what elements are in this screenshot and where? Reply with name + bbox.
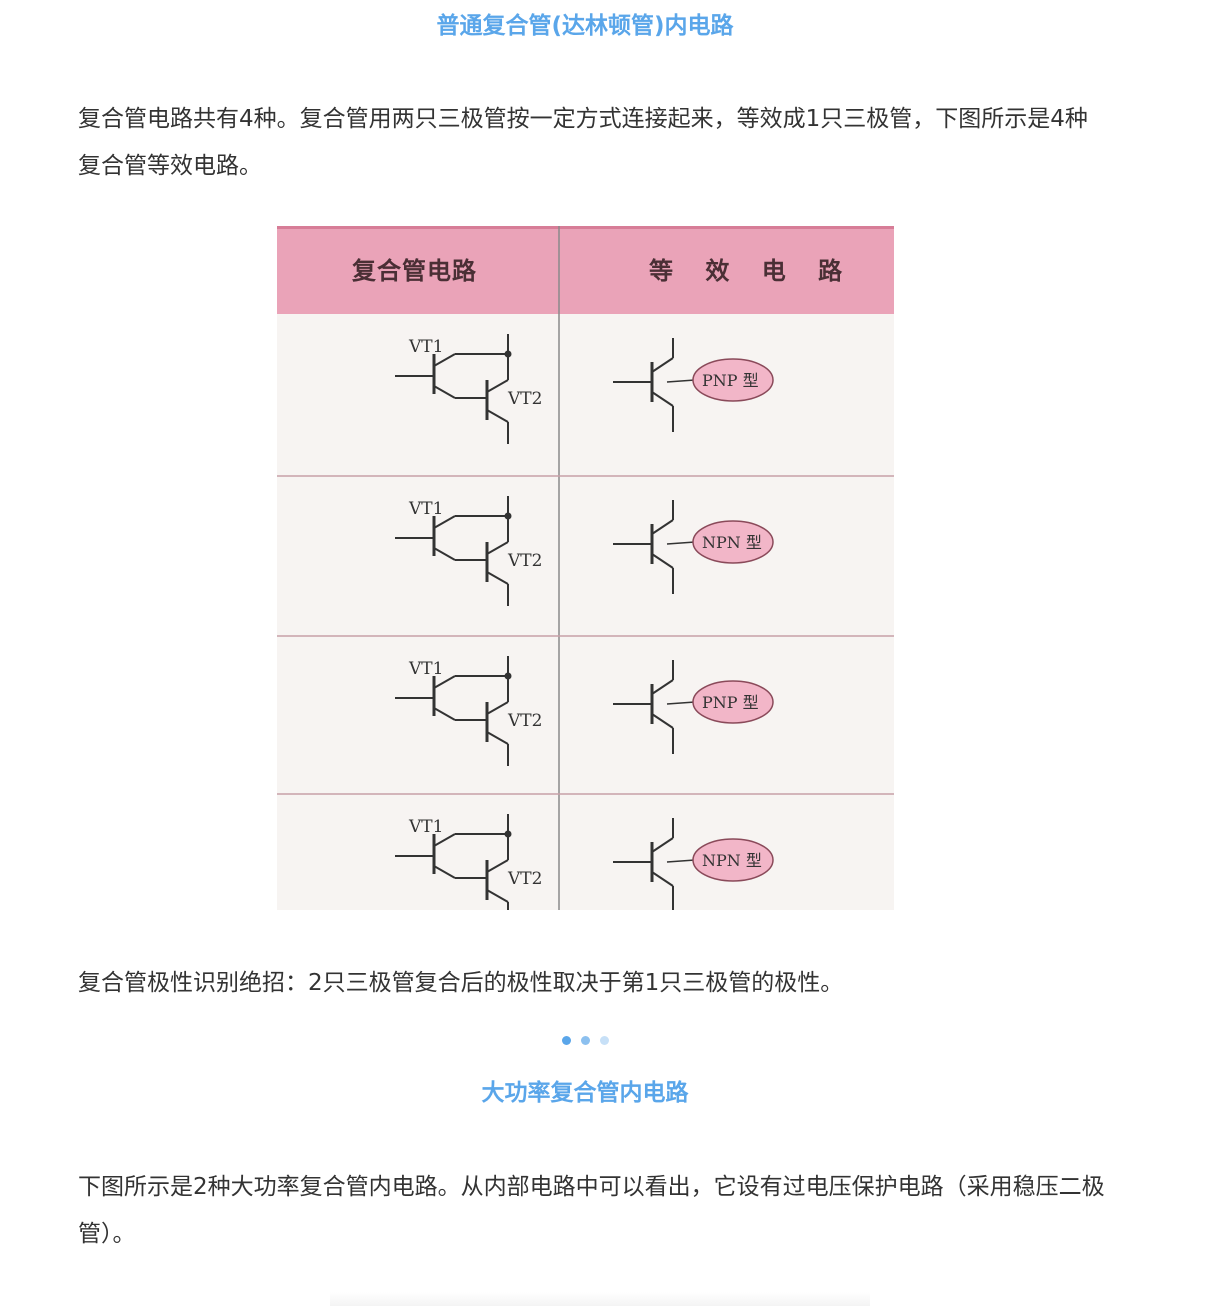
collector-vt2 xyxy=(486,379,509,393)
emitter-vt2 xyxy=(486,731,509,745)
divider-dot xyxy=(581,1036,590,1045)
eq-collector xyxy=(651,357,674,373)
eq-collector xyxy=(651,519,674,535)
emitter-vt2 xyxy=(486,409,509,423)
eq-emitter xyxy=(651,391,674,407)
transistor-type-label: PNP 型 xyxy=(702,371,759,390)
divider-dot xyxy=(562,1036,571,1045)
vt2-label: VT2 xyxy=(507,711,542,731)
polarity-tip: 复合管极性识别绝招：2只三极管复合后的极性取决于第1只三极管的极性。 xyxy=(78,970,844,996)
section-divider-dots xyxy=(560,1035,612,1047)
callout-pointer xyxy=(666,379,696,383)
section-title-high-power: 大功率复合管内电路 xyxy=(481,1080,689,1106)
vt1-label: VT1 xyxy=(408,817,443,837)
eq-emitter xyxy=(651,713,674,729)
divider-dot xyxy=(600,1036,609,1045)
transistor-type-label: NPN 型 xyxy=(702,851,762,870)
emitter-vt1 xyxy=(433,547,456,561)
eq-emitter xyxy=(651,871,674,887)
callout-pointer xyxy=(666,859,696,863)
circuit-diagram: VT1 VT2 PNP 型 VT1 VT2 NPN 型 VT1 VT2 PNP 型 VT1 VT2 N… xyxy=(277,226,894,910)
junction-dot xyxy=(504,350,512,358)
emitter-vt2 xyxy=(486,889,509,903)
transistor-type-label: NPN 型 xyxy=(702,533,762,552)
high-power-paragraph: 下图所示是2种大功率复合管内电路。从内部电路中可以看出，它设有过电压保护电路（采… xyxy=(78,1174,1105,1247)
intro-paragraph: 复合管电路共有4种。复合管用两只三极管按一定方式连接起来，等效成1只三极管，下图… xyxy=(78,106,1088,179)
vt1-label: VT1 xyxy=(408,659,443,679)
junction-dot xyxy=(504,512,512,520)
emitter-vt1 xyxy=(433,385,456,399)
collector-vt2 xyxy=(486,859,509,873)
vt1-label: VT1 xyxy=(408,499,443,519)
collector-vt2 xyxy=(486,701,509,715)
composite-transistor-figure: 复合管电路 等 效 电 路 VT1 VT2 PNP 型 VT1 VT2 NPN 型 VT1 V… xyxy=(277,226,894,910)
vt2-label: VT2 xyxy=(507,869,542,889)
callout-pointer xyxy=(666,701,696,705)
collector-vt2 xyxy=(486,541,509,555)
vt2-label: VT2 xyxy=(507,551,542,571)
junction-dot xyxy=(504,830,512,838)
emitter-vt1 xyxy=(433,865,456,879)
next-figure-edge xyxy=(330,1292,870,1306)
junction-dot xyxy=(504,672,512,680)
vt1-label: VT1 xyxy=(408,337,443,357)
callout-pointer xyxy=(666,541,696,545)
emitter-vt2 xyxy=(486,571,509,585)
eq-collector xyxy=(651,837,674,853)
eq-collector xyxy=(651,679,674,695)
section-title-darlington: 普通复合管(达林顿管)内电路 xyxy=(436,13,734,39)
eq-emitter xyxy=(651,553,674,569)
transistor-type-label: PNP 型 xyxy=(702,693,759,712)
emitter-vt1 xyxy=(433,707,456,721)
vt2-label: VT2 xyxy=(507,389,542,409)
